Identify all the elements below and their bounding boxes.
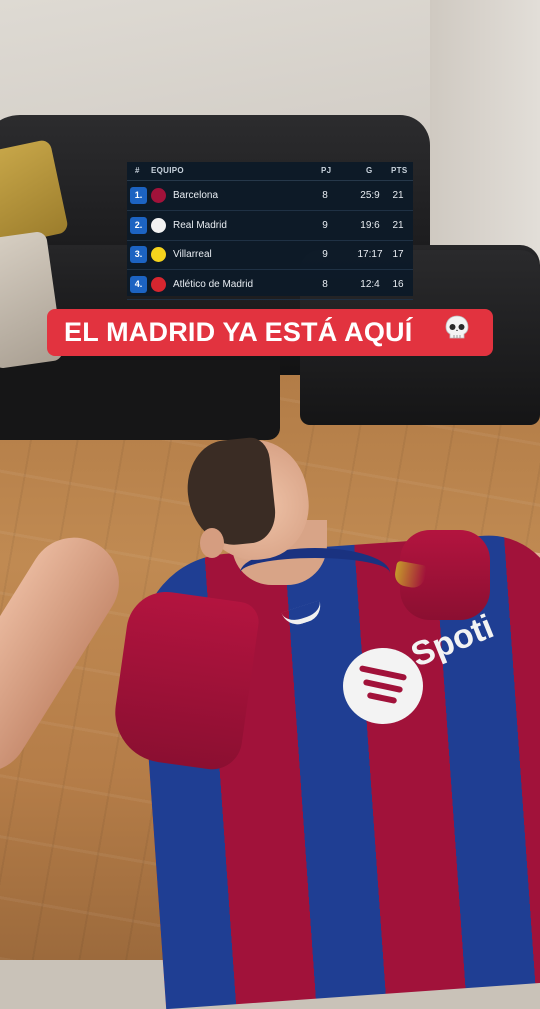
header-goals: G (366, 166, 373, 175)
sponsor-logo-icon (343, 648, 423, 724)
team-name: Villarreal (173, 249, 212, 260)
points-value: 21 (392, 190, 404, 201)
team-name: Barcelona (173, 190, 219, 201)
barcelona-crest-icon (151, 188, 166, 203)
villarreal-crest-icon (151, 247, 166, 262)
caption-banner: EL MADRID YA ESTÁ AQUÍ (47, 309, 493, 356)
points-value: 17 (392, 249, 404, 260)
played-value: 9 (322, 219, 328, 231)
real-madrid-crest-icon (151, 217, 166, 233)
header-played: PJ (321, 166, 332, 175)
caption-text: EL MADRID YA ESTÁ AQUÍ (64, 317, 413, 347)
league-standings-table: # EQUIPO PJ G PTS 1. Barcelona 8 25:9 21 2. Re… (127, 162, 413, 300)
points-value: 21 (392, 219, 404, 231)
ear (200, 528, 224, 558)
sponsor-logo-line (362, 678, 404, 694)
header-points: PTS (391, 166, 408, 175)
header-position: # (135, 166, 140, 175)
played-value: 8 (322, 190, 328, 201)
sponsor-logo-line (366, 691, 398, 705)
position-badge: 4. (130, 275, 147, 293)
table-header: # EQUIPO PJ G PTS (127, 162, 413, 181)
points-value: 16 (392, 278, 404, 290)
played-value: 8 (322, 278, 328, 290)
table-row: 1. Barcelona 8 25:9 21 (127, 181, 413, 211)
table-row: 2. Real Madrid 9 19:6 21 (127, 211, 413, 241)
jersey-left-sleeve (108, 586, 262, 774)
sofa-base (0, 360, 280, 440)
table-row: 4. Atlético de Madrid 8 12:4 16 (127, 270, 413, 300)
team-name: Real Madrid (173, 219, 227, 231)
position-badge: 2. (130, 216, 147, 234)
atletico-crest-icon (151, 276, 166, 292)
position-badge: 1. (130, 187, 147, 204)
skull-icon (445, 315, 469, 339)
team-name: Atlético de Madrid (173, 278, 254, 290)
position-badge: 3. (130, 246, 147, 263)
header-team: EQUIPO (151, 166, 184, 175)
table-row: 3. Villarreal 9 17:17 17 (127, 240, 413, 270)
played-value: 9 (322, 249, 328, 260)
